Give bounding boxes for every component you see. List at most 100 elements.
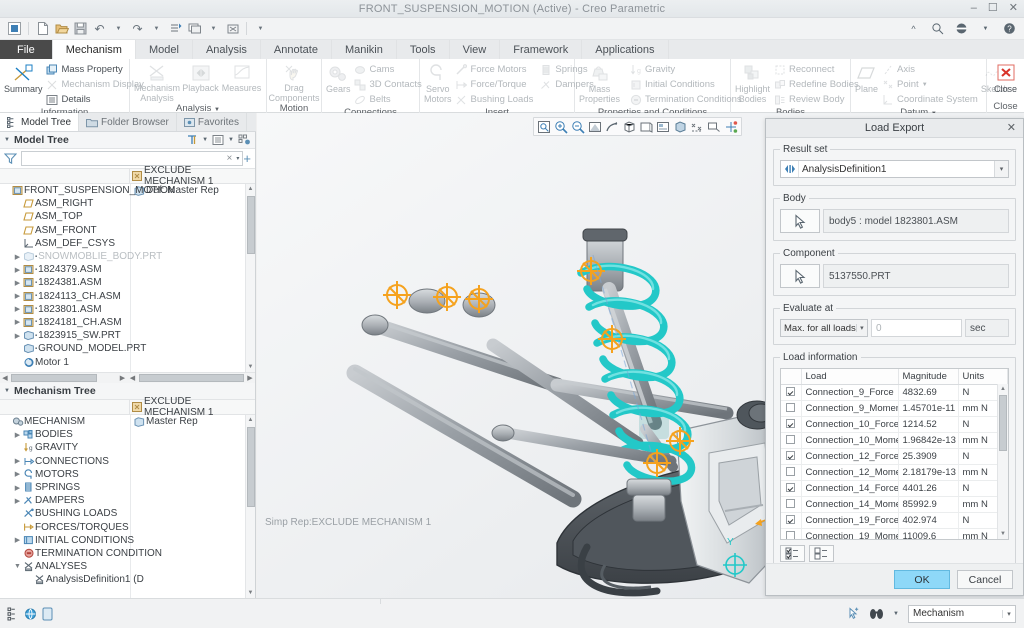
mechanism-tree-body[interactable]: Master Rep MECHANISM ▶ BODIES g GRAVITY ▶ CONN… (0, 415, 255, 598)
tree-row[interactable]: ASM_RIGHT (0, 197, 255, 210)
model-tree-scroll-down-icon[interactable]: ▼ (246, 362, 255, 372)
tree-expand-icon[interactable]: ▶ (13, 253, 22, 261)
initial-conditions-button[interactable]: Initial Conditions (626, 77, 745, 92)
close-window-button[interactable]: ✕ (1009, 1, 1018, 15)
tab-model[interactable]: Model (136, 40, 193, 59)
mechanism-tree-vscrollbar[interactable]: ▲ ▼ (245, 415, 255, 598)
model-tree-search-input[interactable] (21, 151, 243, 166)
load-row-checkbox[interactable] (786, 499, 796, 509)
evaluate-mode-select[interactable]: Max. for all loads ▾ (780, 319, 868, 337)
collapse-ribbon-icon[interactable]: ^ (905, 20, 922, 37)
tree-expand-icon[interactable]: ▶ (13, 431, 22, 439)
open-icon[interactable] (53, 20, 70, 37)
model-tree-col2-header[interactable]: EXCLUDE MECHANISM 1 (130, 165, 255, 187)
datum-display-icon[interactable] (689, 119, 705, 135)
load-row-checkbox-cell[interactable] (781, 512, 802, 529)
model-tree-body[interactable]: Def: Master Rep FRONT_SUSPENSION_MOTION A… (0, 184, 255, 372)
gears-button[interactable]: Gears (326, 61, 351, 94)
tree-collapse-icon[interactable]: ▼ (13, 563, 22, 570)
tree-row[interactable]: ▪ GROUND_MODEL.PRT (0, 342, 255, 355)
tree-expand-icon[interactable]: ▶ (13, 332, 22, 340)
load-row-checkbox-cell[interactable] (781, 496, 802, 513)
load-row-checkbox-cell[interactable] (781, 432, 802, 449)
tree-row[interactable]: FORCES/TORQUES (0, 521, 255, 534)
load-row-checkbox[interactable] (786, 403, 796, 413)
load-row-checkbox-cell[interactable] (781, 464, 802, 481)
tree-row[interactable]: ▶ BODIES (0, 428, 255, 441)
cancel-button[interactable]: Cancel (957, 570, 1013, 589)
nav-tab-model-tree[interactable]: Model Tree (0, 113, 80, 131)
load-row-checkbox[interactable] (786, 419, 796, 429)
tab-file[interactable]: File (0, 40, 53, 59)
termination-conditions-button[interactable]: Termination Conditions (626, 92, 745, 107)
servo-motors-button[interactable]: Servo Motors (424, 61, 452, 104)
account-dropdown-icon[interactable]: ▼ (977, 20, 994, 37)
tree-settings-icon[interactable] (238, 134, 251, 146)
axis-button[interactable]: Axis (878, 62, 981, 77)
model-tree-scroll-up-icon[interactable]: ▲ (246, 184, 255, 194)
annotation-display-icon[interactable] (706, 119, 722, 135)
load-table-row[interactable]: Connection_12_Mome 2.18179e-13 mm N (781, 464, 1008, 481)
highlight-bodies-button[interactable]: Highlight Bodies (735, 61, 770, 104)
tab-analysis[interactable]: Analysis (193, 40, 261, 59)
new-icon[interactable] (34, 20, 51, 37)
tree-row[interactable]: ▶ MOTORS (0, 468, 255, 481)
mass-properties-button[interactable]: Mass Properties (579, 61, 620, 104)
mt-hscroll2-left-icon[interactable]: ◀ (128, 373, 138, 383)
gravity-button[interactable]: g Gravity (626, 62, 745, 77)
load-row-checkbox[interactable] (786, 531, 796, 539)
model-tree-hscrollbar[interactable]: ◀ ▶ ◀ ▶ (0, 372, 255, 383)
review-body-button[interactable]: Review Body (770, 92, 862, 107)
model-tree-toggle-icon[interactable] (7, 607, 19, 621)
perspective-view-icon[interactable] (638, 119, 654, 135)
search-tool-icon[interactable] (869, 606, 884, 622)
load-table-row[interactable]: Connection_10_Mome 1.96842e-13 mm N (781, 432, 1008, 449)
mechanism-analysis-button[interactable]: Mechanism Analysis (134, 60, 180, 103)
regenerate-icon[interactable] (167, 20, 184, 37)
load-row-checkbox[interactable] (786, 467, 796, 477)
load-row-checkbox-cell[interactable] (781, 400, 802, 417)
tree-expand-icon[interactable]: ▶ (13, 292, 22, 300)
zoom-in-icon[interactable] (553, 119, 569, 135)
load-row-checkbox-cell[interactable] (781, 448, 802, 465)
spin-center-icon[interactable] (723, 119, 739, 135)
tree-expand-icon[interactable]: ▶ (13, 470, 22, 478)
evaluate-mode-dropdown-icon[interactable]: ▾ (855, 324, 867, 332)
filter-add-icon[interactable]: + (243, 152, 251, 165)
tree-row[interactable]: ASM_FRONT (0, 224, 255, 237)
body-select-button[interactable] (780, 209, 820, 233)
tree-row[interactable]: AnalysisDefinition1 (D (0, 573, 255, 586)
tree-row[interactable]: ▶ CONNECTIONS (0, 455, 255, 468)
select-all-loads-button[interactable] (780, 545, 805, 562)
app-menu-icon[interactable] (6, 20, 23, 37)
coordinate-system-button[interactable]: Coordinate System (878, 92, 981, 107)
scene-icon[interactable] (655, 119, 671, 135)
nav-tab-favorites[interactable]: Favorites (177, 113, 247, 131)
filter-dropdown-icon[interactable]: ▾ (236, 155, 239, 162)
tree-row[interactable]: ▶ ▪ SNOWMOBLIE_BODY.PRT (0, 250, 255, 263)
tree-expand-icon[interactable]: ▶ (13, 484, 22, 492)
load-table-row[interactable]: Connection_9_Force 4832.69 N (781, 384, 1008, 401)
load-table-scroll-up-icon[interactable]: ▲ (998, 384, 1008, 394)
mechanism-tree-collapse-icon[interactable]: ▼ (4, 388, 10, 394)
mechanism-tree-col2-header[interactable]: EXCLUDE MECHANISM 1 (130, 396, 255, 418)
maximize-button[interactable]: ☐ (988, 1, 998, 15)
tree-row[interactable]: ASM_TOP (0, 210, 255, 223)
belts-button[interactable]: Belts (351, 92, 425, 107)
save-icon[interactable] (72, 20, 89, 37)
load-row-checkbox[interactable] (786, 483, 796, 493)
playback-button[interactable]: Playback (180, 60, 221, 93)
tree-row[interactable]: ▶ INITIAL CONDITIONS (0, 534, 255, 547)
tree-row[interactable]: ▶ ▪ 1823915_SW.PRT (0, 329, 255, 342)
window-dropdown-icon[interactable]: ▼ (205, 20, 222, 37)
load-row-checkbox[interactable] (786, 451, 796, 461)
tab-framework[interactable]: Framework (500, 40, 583, 59)
tree-columns-icon[interactable] (212, 134, 224, 146)
tab-view[interactable]: View (450, 40, 501, 59)
help-icon[interactable]: ? (1001, 20, 1018, 37)
redefine-bodies-button[interactable]: Redefine Bodies (770, 77, 862, 92)
result-set-dropdown-icon[interactable]: ▾ (994, 161, 1008, 177)
ok-button[interactable]: OK (894, 570, 950, 589)
mode-select-dropdown-icon[interactable]: ▾ (1002, 609, 1015, 618)
bushing-loads-button[interactable]: Bushing Loads (452, 92, 537, 107)
